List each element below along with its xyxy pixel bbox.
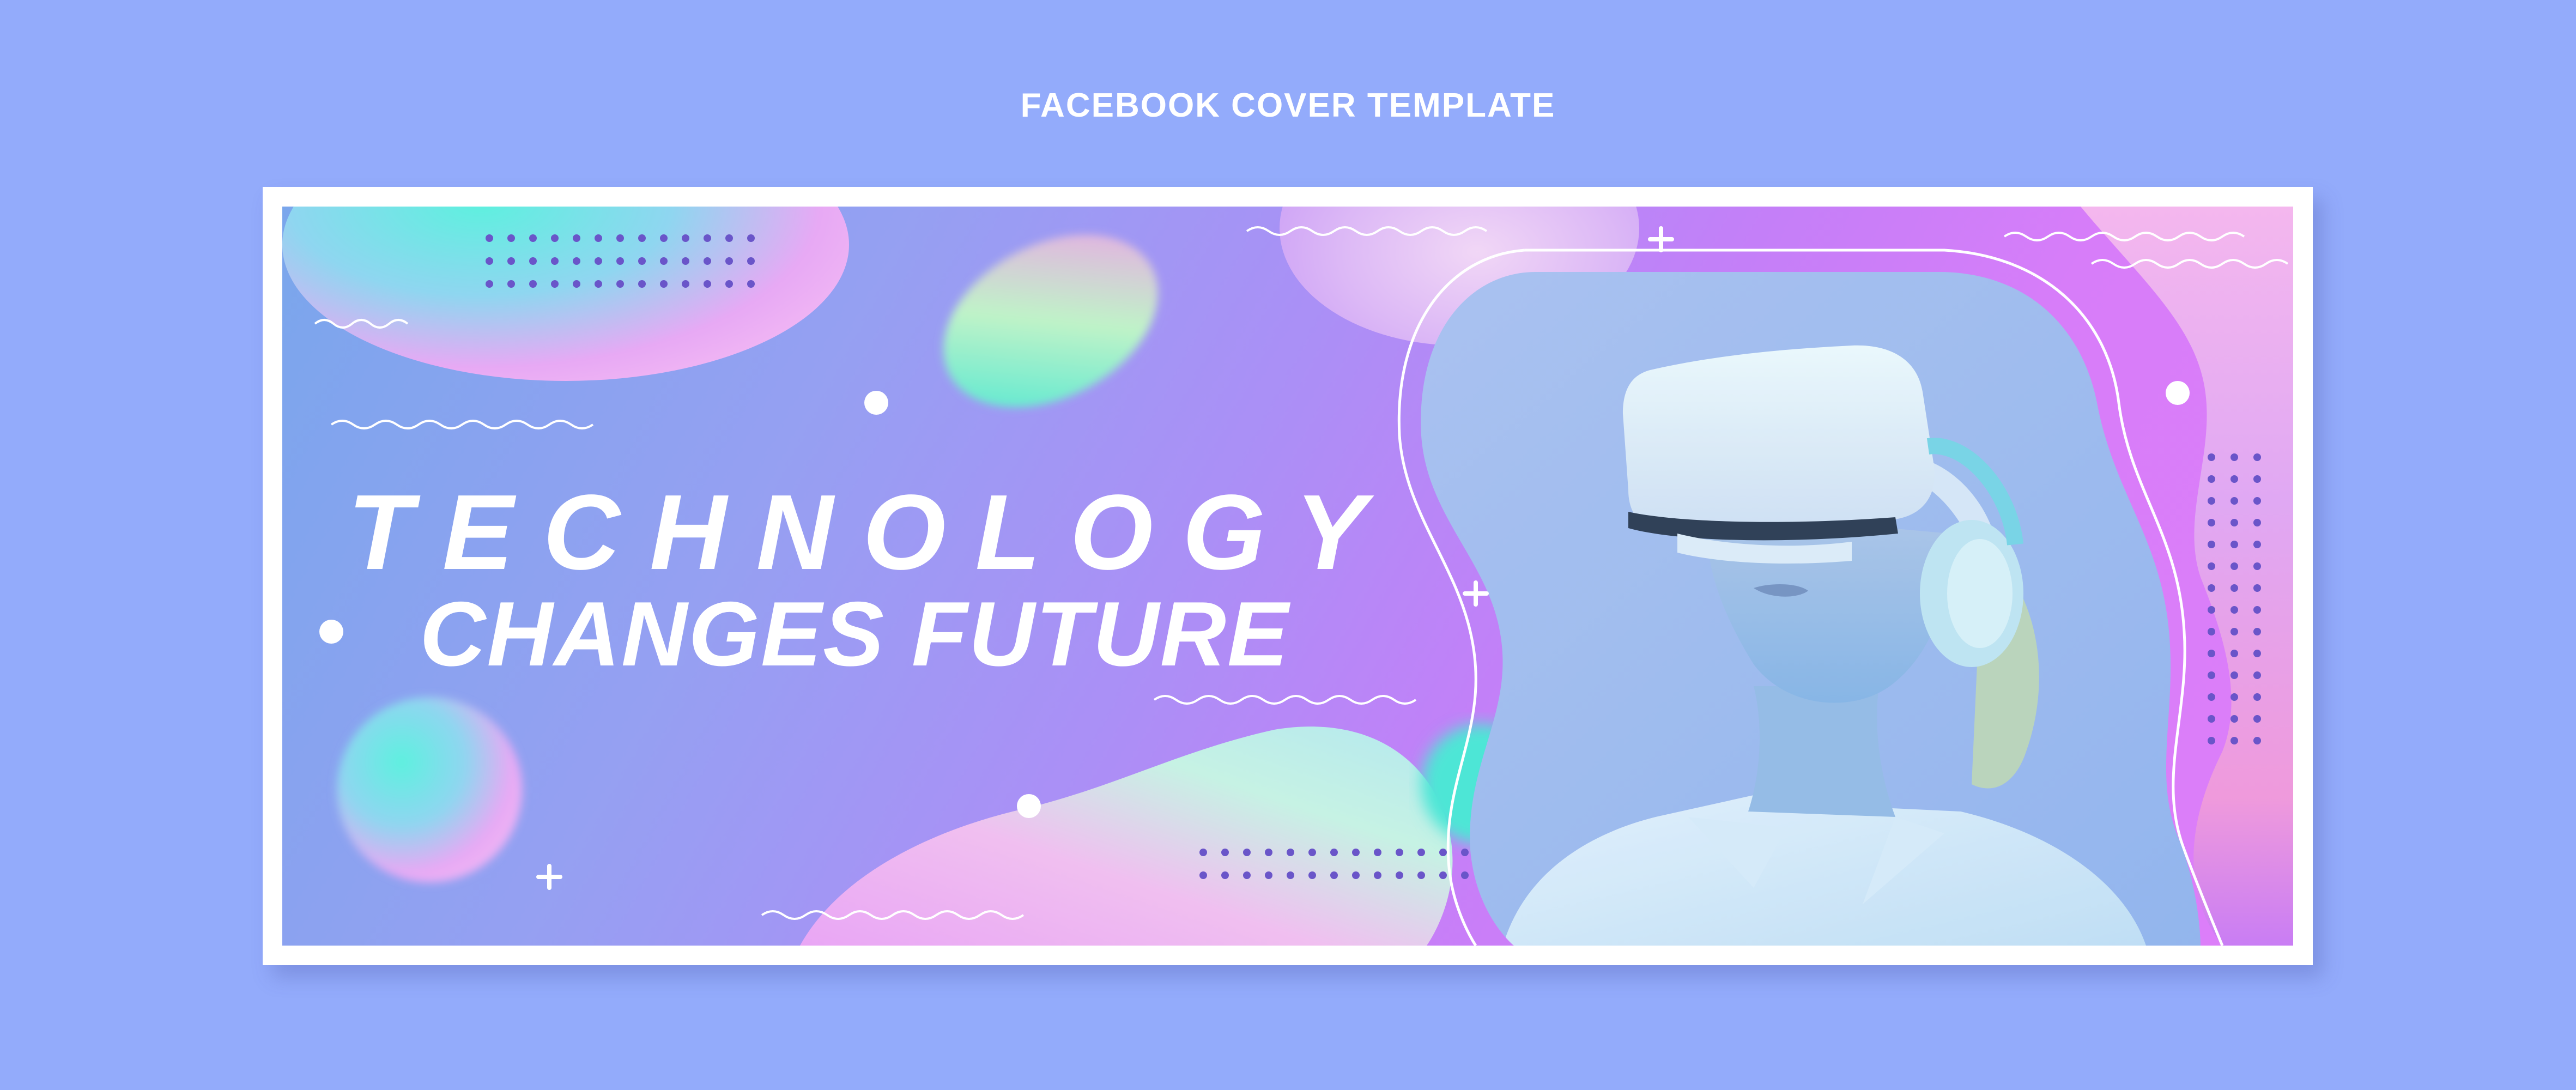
cover-canvas: TECHNOLOGY CHANGES FUTURE xyxy=(282,207,2293,946)
vr-photo xyxy=(1421,272,2201,946)
headline-changes-future: CHANGES FUTURE xyxy=(419,583,1290,685)
headline-technology: TECHNOLOGY xyxy=(348,473,1396,592)
page-heading: FACEBOOK COVER TEMPLATE xyxy=(1020,87,1556,124)
sphere-bottom-left xyxy=(337,697,522,882)
cover-frame: TECHNOLOGY CHANGES FUTURE xyxy=(263,187,2313,965)
sphere-top-left xyxy=(282,207,849,381)
blurred-pill xyxy=(943,234,1158,408)
